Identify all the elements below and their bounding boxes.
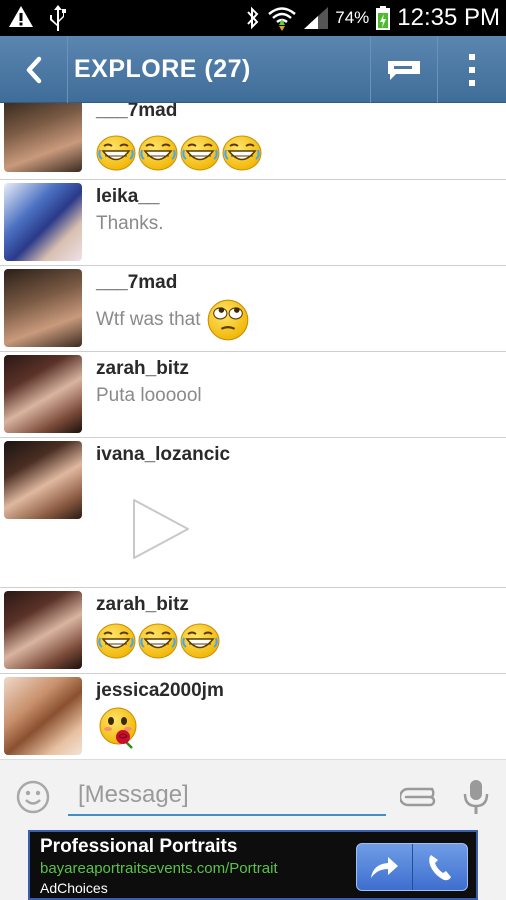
signal-icon bbox=[304, 7, 329, 29]
page-title: EXPLORE (27) bbox=[74, 55, 251, 83]
video-play-icon[interactable] bbox=[128, 496, 194, 562]
message-composer bbox=[0, 759, 506, 829]
bluetooth-icon bbox=[247, 6, 259, 30]
warning-icon bbox=[9, 6, 33, 27]
laughing-emoji-icon bbox=[138, 622, 178, 660]
paperclip-icon[interactable] bbox=[400, 786, 440, 808]
list-item[interactable]: zarah_bitz bbox=[0, 588, 506, 674]
username[interactable]: zarah_bitz bbox=[96, 594, 189, 616]
message-list[interactable]: ___7mad leika__ Thanks. ___7mad Wtf was … bbox=[0, 103, 506, 759]
laughing-emoji-icon bbox=[96, 622, 136, 660]
status-bar: 74% 12:35 PM bbox=[0, 0, 506, 36]
eye-roll-emoji-icon bbox=[206, 298, 250, 342]
username[interactable]: ivana_lozancic bbox=[96, 444, 230, 466]
clock: 12:35 PM bbox=[397, 4, 500, 31]
ad-action-buttons bbox=[356, 843, 468, 891]
rose-emoji-icon bbox=[96, 706, 140, 750]
back-chevron-icon bbox=[26, 56, 41, 83]
ad-visit-button[interactable] bbox=[357, 844, 412, 890]
back-button[interactable] bbox=[0, 36, 68, 103]
emoji-row bbox=[96, 622, 220, 660]
ad-banner[interactable]: Professional Portraits bayareaportraitse… bbox=[28, 830, 478, 900]
message-input[interactable] bbox=[68, 776, 386, 816]
list-item[interactable]: ___7mad Wtf was that bbox=[0, 266, 506, 352]
laughing-emoji-icon bbox=[138, 134, 178, 172]
laughing-emoji-icon bbox=[180, 622, 220, 660]
compose-button[interactable] bbox=[370, 36, 437, 103]
usb-icon bbox=[50, 5, 66, 31]
action-bar: EXPLORE (27) bbox=[0, 36, 506, 103]
ad-url[interactable]: bayareaportraitsevents.com/Portrait bbox=[40, 860, 278, 877]
message-text: Wtf was that bbox=[96, 298, 250, 342]
laughing-emoji-icon bbox=[222, 134, 262, 172]
avatar[interactable] bbox=[4, 355, 82, 433]
battery-percent: 74% bbox=[335, 8, 370, 27]
avatar[interactable] bbox=[4, 441, 82, 519]
avatar[interactable] bbox=[4, 103, 82, 172]
compose-message-icon bbox=[388, 60, 420, 80]
avatar[interactable] bbox=[4, 677, 82, 755]
overflow-menu-button[interactable] bbox=[437, 36, 506, 103]
message-text-content: Wtf was that bbox=[96, 309, 201, 331]
username[interactable]: ___7mad bbox=[96, 103, 177, 122]
list-item[interactable]: leika__ Thanks. bbox=[0, 180, 506, 266]
battery-charging-icon bbox=[376, 6, 391, 30]
list-item[interactable]: jessica2000jm bbox=[0, 674, 506, 759]
ad-area: Professional Portraits bayareaportraitse… bbox=[0, 829, 506, 900]
phone-icon bbox=[428, 855, 451, 881]
avatar[interactable] bbox=[4, 269, 82, 347]
smiley-icon[interactable] bbox=[16, 780, 50, 814]
share-arrow-icon bbox=[371, 857, 399, 878]
username[interactable]: zarah_bitz bbox=[96, 358, 189, 380]
list-item[interactable]: zarah_bitz Puta loooool bbox=[0, 352, 506, 438]
message-text: Puta loooool bbox=[96, 385, 202, 406]
laughing-emoji-icon bbox=[180, 134, 220, 172]
wifi-icon bbox=[268, 7, 297, 31]
avatar[interactable] bbox=[4, 183, 82, 261]
laughing-emoji-icon bbox=[96, 134, 136, 172]
ad-call-button[interactable] bbox=[411, 844, 468, 890]
ad-choices-link[interactable]: AdChoices bbox=[40, 880, 108, 896]
username[interactable]: leika__ bbox=[96, 186, 159, 208]
microphone-icon[interactable] bbox=[462, 778, 490, 816]
list-item[interactable]: ivana_lozancic bbox=[0, 438, 506, 588]
emoji-row bbox=[96, 134, 262, 172]
list-item[interactable]: ___7mad bbox=[0, 103, 506, 180]
ad-title[interactable]: Professional Portraits bbox=[40, 836, 237, 858]
avatar[interactable] bbox=[4, 591, 82, 669]
message-text: Thanks. bbox=[96, 213, 164, 234]
overflow-menu-icon bbox=[469, 53, 475, 86]
username[interactable]: ___7mad bbox=[96, 272, 177, 294]
username[interactable]: jessica2000jm bbox=[96, 680, 224, 702]
